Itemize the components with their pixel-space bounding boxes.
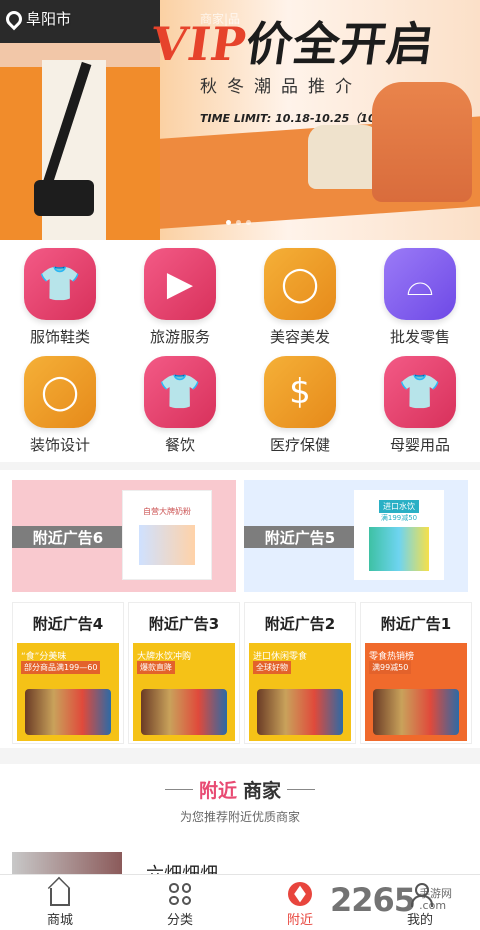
ad-card-5[interactable]: 附近广告5 进口水饮 满199减50	[244, 480, 468, 592]
small-ad-card[interactable]: 附近广告4 “食”分美味 部分商品满199—60	[12, 602, 124, 744]
ad-product-image: “食”分美味 部分商品满199—60	[17, 643, 119, 741]
ad-label: 附近广告2	[264, 615, 336, 633]
featured-ads-row: 附近广告6 自营大牌奶粉 附近广告5 进口水饮 满199减50	[0, 470, 480, 598]
watermark-number: 2265	[330, 881, 416, 919]
location-pin-icon	[2, 7, 26, 30]
ad-product-image: 自营大牌奶粉	[122, 490, 212, 580]
small-ad-card[interactable]: 附近广告2 进口休闲零食 全球好物	[244, 602, 356, 744]
category-item[interactable]: $ 医疗保健	[240, 348, 360, 458]
ad-pic-text: 自营大牌奶粉	[143, 506, 191, 516]
necklace-icon: ◯	[264, 248, 336, 320]
drink-bottles	[369, 526, 429, 571]
pagination-dot[interactable]	[246, 220, 251, 225]
category-label: 母婴用品	[389, 436, 450, 454]
divider	[287, 789, 316, 790]
food-cloche-icon: ⌓	[384, 248, 456, 320]
camera-icon: ▶	[144, 248, 216, 320]
category-label: 批发零售	[389, 328, 450, 346]
product-goods	[257, 689, 343, 735]
location-label: 阜阳市	[26, 10, 72, 28]
ad-pic-sub: 爆款直降	[137, 661, 175, 674]
compass-icon	[288, 882, 312, 906]
category-item[interactable]: 👕 母婴用品	[360, 348, 480, 458]
category-label: 装饰设计	[29, 436, 90, 454]
location-selector[interactable]: 阜阳市	[2, 7, 72, 30]
tshirt-icon: 👕	[384, 356, 456, 428]
category-label: 医疗保健	[269, 436, 330, 454]
product-goods	[25, 689, 111, 735]
ad-product-image: 进口休闲零食 全球好物	[249, 643, 351, 741]
banner-title-main: 价全开启	[242, 17, 439, 71]
category-label: 美容美发	[269, 328, 330, 346]
ad-pic-sub: 全球好物	[253, 661, 291, 674]
product-goods	[141, 689, 227, 735]
category-label: 旅游服务	[149, 328, 210, 346]
product-goods	[373, 689, 459, 735]
small-ad-card[interactable]: 附近广告1 零食热销榜 满99减50	[360, 602, 472, 744]
home-icon	[50, 888, 70, 906]
promo-banner[interactable]: 阜阳市 商家|品 VIP价全开启 秋冬潮品推介 TIME LIMIT: 10.1…	[0, 0, 480, 240]
grid-icon	[169, 883, 191, 905]
heading-accent: 附近	[198, 780, 237, 802]
section-subtitle: 为您推荐附近优质商家	[179, 810, 300, 824]
bag	[34, 180, 94, 216]
pagination-dot[interactable]	[226, 220, 231, 225]
formula-cans	[139, 524, 195, 565]
banner-model-image	[0, 0, 160, 240]
tshirt-icon: 👕	[24, 248, 96, 320]
category-item[interactable]: ▶ 旅游服务	[120, 240, 240, 350]
ad-label: 附近广告4	[32, 615, 104, 633]
banner-subtitle: 秋冬潮品推介	[200, 77, 362, 97]
banner-title: VIP价全开启	[147, 8, 439, 74]
pagination-dot[interactable]	[236, 220, 241, 225]
ad-card-6[interactable]: 附近广告6 自营大牌奶粉	[12, 480, 236, 592]
ad-pic-sub: 部分商品满199—60	[21, 661, 101, 674]
ad-label: 附近广告3	[148, 615, 220, 633]
category-item[interactable]: ⌓ 批发零售	[360, 240, 480, 350]
nearby-merchants-section: 附近商家 为您推荐附近优质商家 六畑畑畑	[0, 764, 480, 885]
heading-rest: 商家	[243, 780, 282, 802]
ad-product-image: 零食热销榜 满99减50	[365, 643, 467, 741]
ad-pic-sub: 满99减50	[369, 661, 412, 674]
tshirt-icon: 👕	[144, 356, 216, 428]
category-item[interactable]: ◯ 美容美发	[240, 240, 360, 350]
ad-label: 附近广告6	[12, 526, 124, 548]
tab-mall[interactable]: 商城	[0, 881, 120, 929]
ad-pic-sub: 满199减50	[380, 513, 418, 522]
watermark-line2: .com	[419, 899, 447, 912]
watermark-text: 手游网 .com	[419, 888, 452, 912]
divider	[164, 789, 193, 790]
tab-label: 附近	[286, 913, 313, 928]
tab-label: 分类	[166, 913, 193, 928]
banner-title-accent: VIP	[147, 17, 251, 71]
ad-product-image: 大牌水饮冲购 爆款直降	[133, 643, 235, 741]
small-ad-card[interactable]: 附近广告3 大牌水饮冲购 爆款直降	[128, 602, 240, 744]
category-item[interactable]: 👕 餐饮	[120, 348, 240, 458]
shop-thumbnail[interactable]	[12, 852, 122, 874]
ad-label: 附近广告5	[244, 526, 356, 548]
ad-pic-text: 进口水饮	[379, 499, 419, 513]
tab-category[interactable]: 分类	[120, 881, 240, 929]
coins-icon: $	[264, 356, 336, 428]
sweatshirt-image	[308, 125, 380, 189]
category-item[interactable]: 👕 服饰鞋类	[0, 240, 120, 350]
ad-product-image: 进口水饮 满199减50	[354, 490, 444, 580]
section-heading: 附近 商家	[0, 776, 480, 803]
necklace-icon: ◯	[24, 356, 96, 428]
jacket-image	[372, 82, 472, 202]
ad-label: 附近广告1	[380, 615, 452, 633]
category-item[interactable]: ◯ 装饰设计	[0, 348, 120, 458]
nearby-ads-row: 附近广告4 “食”分美味 部分商品满199—60 附近广告3 大牌水饮冲购 爆款直降 附近广…	[0, 598, 480, 748]
tab-label: 商城	[46, 913, 73, 928]
site-watermark: 2265 手游网 .com	[330, 880, 476, 920]
banner-pagination	[226, 220, 251, 225]
category-grid: 👕 服饰鞋类 ▶ 旅游服务 ◯ 美容美发 ⌓ 批发零售 ◯ 装饰设计 👕 餐饮 $ 医疗保健 👕 母婴用品	[0, 240, 480, 462]
category-label: 餐饮	[164, 436, 195, 454]
category-label: 服饰鞋类	[29, 328, 90, 346]
